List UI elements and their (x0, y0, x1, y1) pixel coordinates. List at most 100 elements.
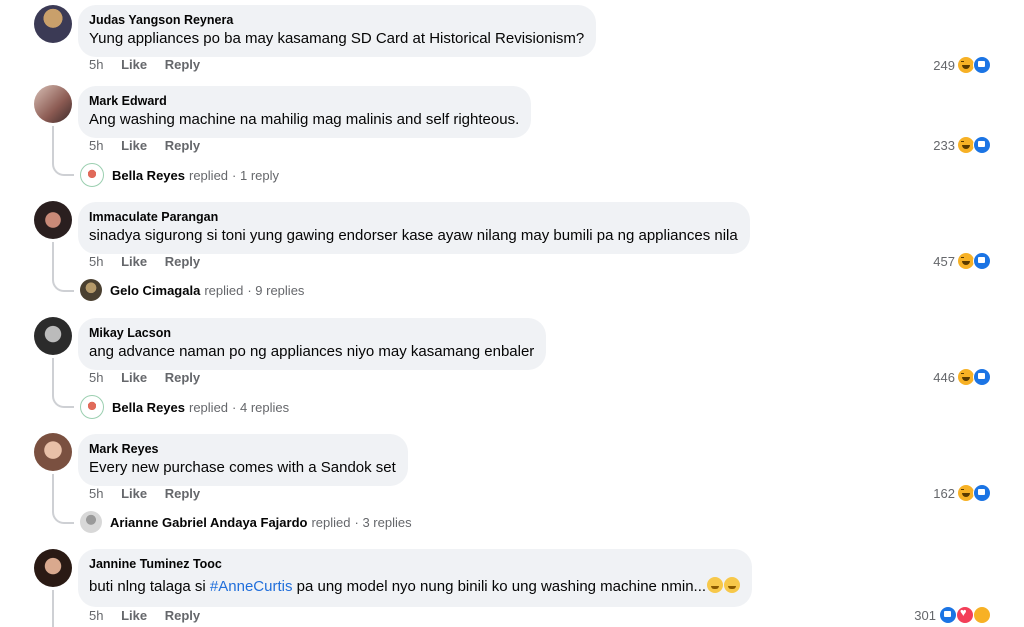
reply-button[interactable]: Reply (165, 370, 200, 385)
comment-bubble: Mikay Lacson ang advance naman po ng app… (78, 318, 547, 370)
replied-label: replied (189, 399, 229, 415)
view-replies-link[interactable]: Gelo Cimagala replied · 9 replies (80, 279, 304, 301)
replied-label: replied (311, 514, 351, 530)
reaction-count: 446 (933, 369, 955, 385)
avatar (80, 511, 102, 533)
like-reaction-icon (973, 368, 991, 386)
like-button[interactable]: Like (121, 138, 147, 153)
reply-button[interactable]: Reply (165, 138, 200, 153)
comment-text: Yung appliances po ba may kasamang SD Ca… (89, 30, 585, 47)
thread-line (52, 474, 54, 512)
replier-name: Gelo Cimagala (110, 282, 201, 298)
comment-text: Every new purchase comes with a Sandok s… (89, 459, 396, 476)
comment-text-part: pa ung model nyo nung binili ko ung wash… (292, 578, 707, 595)
comment-bubble: Judas Yangson Reynera Yung appliances po… (78, 5, 597, 57)
comment-time[interactable]: 5h (89, 608, 103, 623)
reply-button[interactable]: Reply (165, 486, 200, 501)
comment-time[interactable]: 5h (89, 138, 103, 153)
like-button[interactable]: Like (121, 486, 147, 501)
view-replies-link[interactable]: Bella Reyes replied · 4 replies (80, 395, 289, 419)
thread-connector (52, 394, 74, 408)
comment-author[interactable]: Immaculate Parangan (89, 209, 738, 226)
reaction-summary[interactable]: 457 (933, 252, 991, 270)
comment-text: buti nlng talaga si #AnneCurtis pa ung m… (89, 577, 741, 597)
like-reaction-icon (939, 606, 957, 624)
thread-line (52, 242, 54, 280)
reaction-summary[interactable]: 233 (933, 136, 991, 154)
avatar (80, 279, 102, 301)
avatar[interactable] (34, 201, 72, 239)
avatar[interactable] (34, 549, 72, 587)
avatar[interactable] (34, 5, 72, 43)
grinning-sweat-emoji-icon (707, 577, 724, 593)
reaction-summary[interactable]: 446 (933, 368, 991, 386)
like-button[interactable]: Like (121, 57, 147, 72)
comment-time[interactable]: 5h (89, 370, 103, 385)
love-reaction-icon (956, 606, 974, 624)
avatar[interactable] (34, 433, 72, 471)
comment-author[interactable]: Mark Reyes (89, 441, 396, 458)
like-reaction-icon (973, 136, 991, 154)
reaction-summary[interactable]: 301 (914, 606, 991, 624)
comment-text: Ang washing machine na mahilig mag malin… (89, 111, 520, 128)
comment-actions: 5h Like Reply (89, 608, 214, 624)
reaction-summary[interactable]: 249 (933, 56, 991, 74)
like-reaction-icon (973, 252, 991, 270)
avatar[interactable] (34, 85, 72, 123)
comment-actions: 5h Like Reply (89, 486, 214, 502)
comment-bubble: Mark Reyes Every new purchase comes with… (78, 434, 408, 486)
comment-bubble: Mark Edward Ang washing machine na mahil… (78, 86, 532, 138)
thread-connector (52, 162, 74, 176)
comment-author[interactable]: Mark Edward (89, 93, 519, 110)
comment-time[interactable]: 5h (89, 57, 103, 72)
comment-author[interactable]: Judas Yangson Reynera (89, 12, 584, 29)
comment-bubble: Immaculate Parangan sinadya sigurong si … (78, 202, 750, 254)
comment-text-part: buti nlng talaga si (89, 578, 210, 595)
like-button[interactable]: Like (121, 254, 147, 269)
avatar (80, 163, 104, 187)
reply-count: · 4 replies (232, 399, 290, 415)
haha-reaction-icon (958, 137, 974, 153)
replier-name: Bella Reyes (112, 167, 185, 183)
reaction-count: 162 (933, 485, 955, 501)
comment-author[interactable]: Jannine Tuminez Tooc (89, 556, 740, 573)
reaction-count: 301 (914, 607, 936, 623)
haha-reaction-icon (958, 57, 974, 73)
reply-count: · 1 reply (232, 167, 279, 183)
haha-reaction-icon (958, 253, 974, 269)
reaction-summary[interactable]: 162 (933, 484, 991, 502)
comment-time[interactable]: 5h (89, 486, 103, 501)
thread-line (52, 126, 54, 164)
view-replies-link[interactable]: Bella Reyes replied · 1 reply (80, 163, 279, 187)
comment-actions: 5h Like Reply (89, 138, 214, 154)
comment-bubble: Jannine Tuminez Tooc buti nlng talaga si… (78, 549, 753, 607)
reply-count: · 9 replies (247, 282, 305, 298)
comment-actions: 5h Like Reply (89, 370, 214, 386)
haha-reaction-icon (958, 369, 974, 385)
replied-label: replied (189, 167, 229, 183)
like-button[interactable]: Like (121, 608, 147, 623)
reply-button[interactable]: Reply (165, 608, 200, 623)
comment-author[interactable]: Mikay Lacson (89, 325, 534, 342)
hashtag-link[interactable]: #AnneCurtis (210, 578, 293, 595)
thread-line (52, 590, 54, 627)
comment-text: ang advance naman po ng appliances niyo … (89, 343, 535, 360)
thread-connector (52, 510, 74, 524)
thread-line (52, 358, 54, 396)
view-replies-link[interactable]: Arianne Gabriel Andaya Fajardo replied ·… (80, 511, 412, 533)
like-reaction-icon (973, 56, 991, 74)
thread-connector (52, 278, 74, 292)
avatar (80, 395, 104, 419)
haha-reaction-icon (958, 485, 974, 501)
grinning-sweat-emoji-icon (724, 577, 741, 593)
reply-button[interactable]: Reply (165, 57, 200, 72)
comment-time[interactable]: 5h (89, 254, 103, 269)
comment-text: sinadya sigurong si toni yung gawing end… (89, 227, 738, 244)
like-button[interactable]: Like (121, 370, 147, 385)
avatar[interactable] (34, 317, 72, 355)
replied-label: replied (204, 282, 244, 298)
care-reaction-icon (973, 606, 991, 624)
comment-actions: 5h Like Reply (89, 57, 214, 73)
reply-button[interactable]: Reply (165, 254, 200, 269)
reaction-count: 233 (933, 137, 955, 153)
